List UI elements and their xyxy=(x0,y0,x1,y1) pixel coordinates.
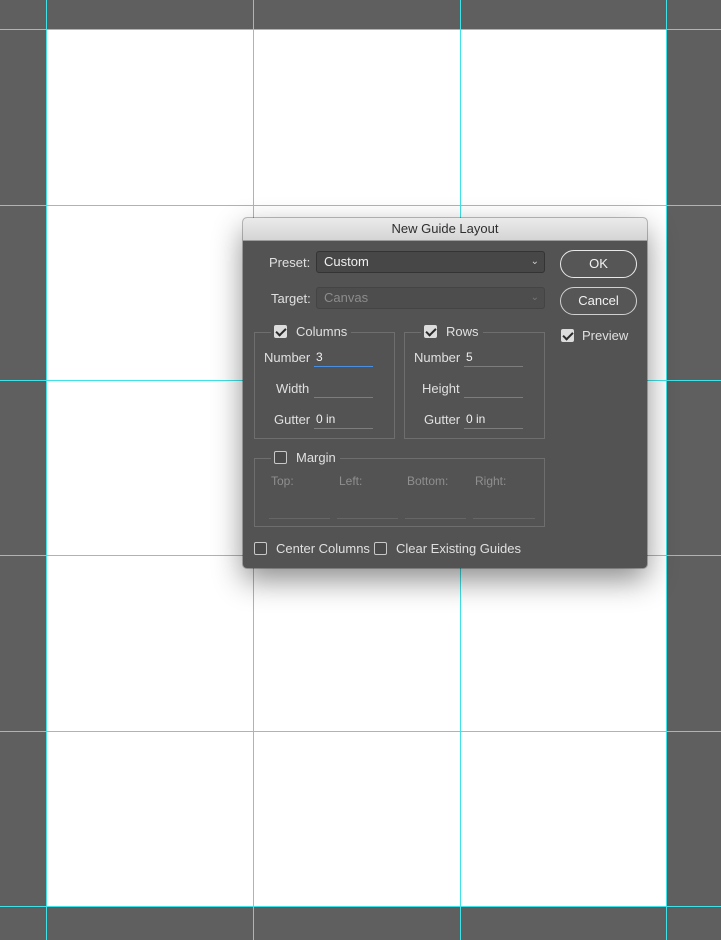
margin-left-label: Left: xyxy=(339,474,363,488)
ok-button[interactable]: OK xyxy=(560,250,637,278)
rows-number-input[interactable]: 5 xyxy=(464,349,523,367)
checkmark-icon xyxy=(562,329,574,341)
cancel-button[interactable]: Cancel xyxy=(560,287,637,315)
preview-label[interactable]: Preview xyxy=(582,328,628,343)
preset-value: Custom xyxy=(324,254,369,269)
columns-gutter-input[interactable]: 0 in xyxy=(314,411,373,429)
new-guide-layout-dialog: New Guide Layout Preset: Custom ⌄ Target… xyxy=(243,218,647,568)
center-columns-label[interactable]: Center Columns xyxy=(276,541,370,556)
preset-select[interactable]: Custom ⌄ xyxy=(316,251,545,273)
guide-horizontal[interactable] xyxy=(0,731,721,732)
margin-bottom-label: Bottom: xyxy=(407,474,449,488)
target-label: Target: xyxy=(271,291,311,306)
clear-existing-guides-label[interactable]: Clear Existing Guides xyxy=(396,541,521,556)
rows-checkbox[interactable] xyxy=(424,325,437,338)
guide-horizontal[interactable] xyxy=(0,906,721,907)
clear-existing-guides-checkbox[interactable] xyxy=(374,542,387,555)
columns-number-label: Number xyxy=(264,350,311,365)
margin-top-input[interactable] xyxy=(269,501,330,519)
rows-number-label: Number xyxy=(414,350,461,365)
target-value: Canvas xyxy=(324,290,369,305)
margin-checkbox[interactable] xyxy=(274,451,287,464)
rows-gutter-input[interactable]: 0 in xyxy=(464,411,523,429)
rows-group-header: Rows xyxy=(421,324,483,340)
guide-horizontal[interactable] xyxy=(0,29,721,30)
center-columns-checkbox[interactable] xyxy=(254,542,267,555)
margin-top-label: Top: xyxy=(271,474,294,488)
preset-label: Preset: xyxy=(269,255,311,270)
columns-group-header: Columns xyxy=(271,324,352,340)
margin-label[interactable]: Margin xyxy=(296,450,336,465)
dialog-title: New Guide Layout xyxy=(391,221,499,236)
columns-width-label: Width xyxy=(276,381,310,396)
rows-gutter-label: Gutter xyxy=(424,412,461,427)
target-select: Canvas ⌄ xyxy=(316,287,545,309)
columns-gutter-label: Gutter xyxy=(274,412,311,427)
rows-height-input[interactable] xyxy=(464,380,523,398)
chevron-down-icon: ⌄ xyxy=(530,292,539,303)
margin-bottom-input[interactable] xyxy=(405,501,466,519)
dialog-titlebar[interactable]: New Guide Layout xyxy=(243,218,647,241)
margin-left-input[interactable] xyxy=(337,501,398,519)
checkmark-icon xyxy=(275,325,287,337)
guide-vertical[interactable] xyxy=(666,0,667,940)
preview-checkbox[interactable] xyxy=(561,329,574,342)
chevron-down-icon: ⌄ xyxy=(530,256,539,267)
columns-checkbox[interactable] xyxy=(274,325,287,338)
margin-right-label: Right: xyxy=(475,474,507,488)
columns-number-input[interactable]: 3 xyxy=(314,349,373,367)
columns-label[interactable]: Columns xyxy=(296,324,347,339)
checkmark-icon xyxy=(425,325,437,337)
rows-height-label: Height xyxy=(422,381,460,396)
columns-width-input[interactable] xyxy=(314,380,373,398)
guide-horizontal[interactable] xyxy=(0,205,721,206)
rows-label[interactable]: Rows xyxy=(446,324,479,339)
guide-vertical[interactable] xyxy=(46,0,47,940)
margin-right-input[interactable] xyxy=(473,501,535,519)
margin-group-header: Margin xyxy=(271,450,340,466)
